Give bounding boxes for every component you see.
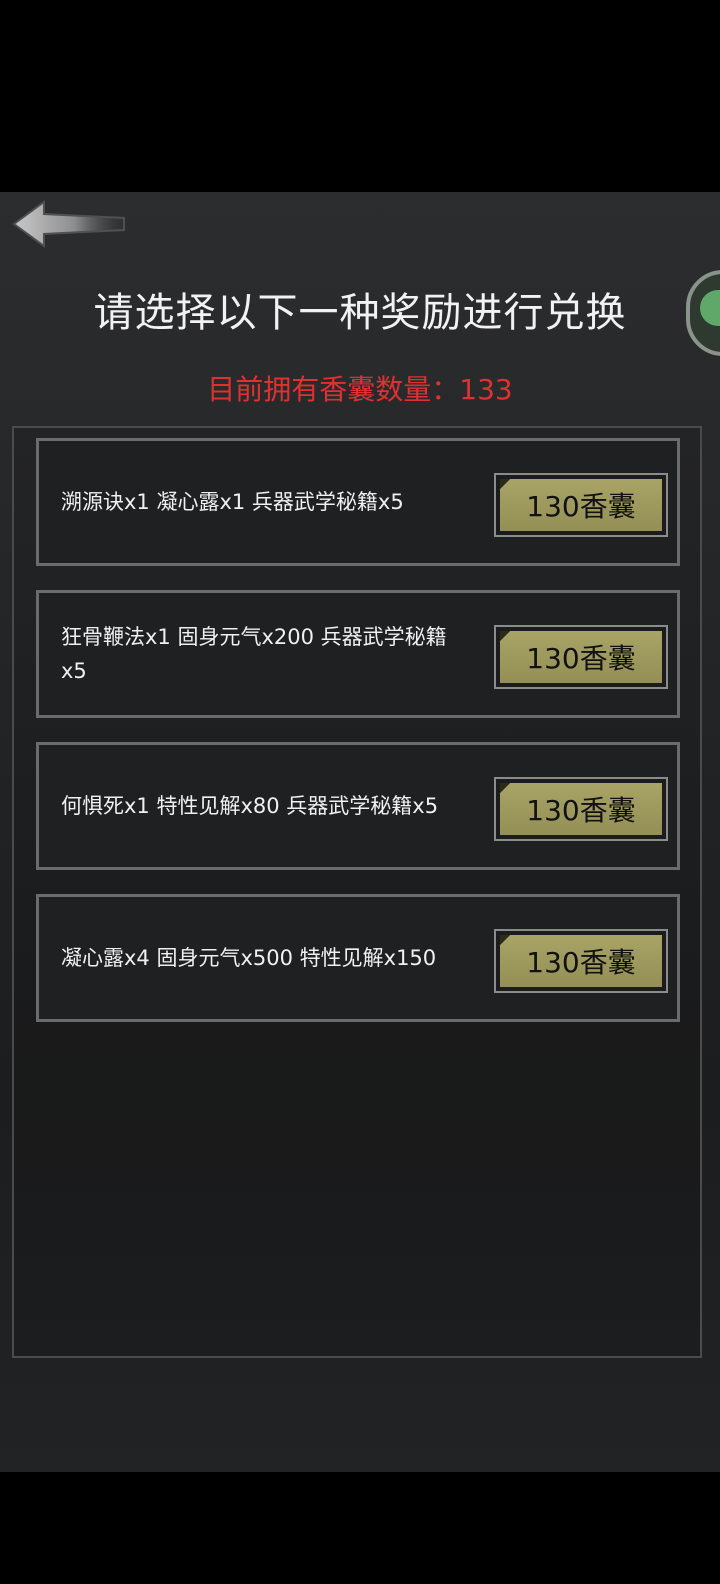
reward-description: 凝心露x4 固身元气x500 特性见解x150 xyxy=(61,946,437,970)
sachet-count: 目前拥有香囊数量：133 xyxy=(207,373,513,406)
exchange-button[interactable]: 130香囊 xyxy=(494,777,668,841)
exchange-button-label: 130香囊 xyxy=(500,935,662,987)
reward-card: 溯源诀x1 凝心露x1 兵器武学秘籍x5 130香囊 xyxy=(36,438,680,566)
page-title: 请选择以下一种奖励进行兑换 xyxy=(93,290,627,336)
exchange-button-label: 130香囊 xyxy=(500,783,662,835)
reward-list: 溯源诀x1 凝心露x1 兵器武学秘籍x5 130香囊 狂骨鞭法x1 固身元气x2… xyxy=(12,426,702,1358)
exchange-dialog: 请选择以下一种奖励进行兑换 目前拥有香囊数量：133 溯源诀x1 凝心露x1 兵… xyxy=(0,192,720,1472)
arrow-left-icon xyxy=(12,200,125,248)
exchange-button-label: 130香囊 xyxy=(500,631,662,683)
reward-description: 溯源诀x1 凝心露x1 兵器武学秘籍x5 xyxy=(61,490,404,514)
reward-description: 狂骨鞭法x1 固身元气x200 兵器武学秘籍x5 xyxy=(61,625,447,683)
reward-card: 狂骨鞭法x1 固身元气x200 兵器武学秘籍x5 130香囊 xyxy=(36,590,680,718)
exchange-button[interactable]: 130香囊 xyxy=(494,929,668,993)
reward-card: 凝心露x4 固身元气x500 特性见解x150 130香囊 xyxy=(36,894,680,1022)
screen: 请选择以下一种奖励进行兑换 目前拥有香囊数量：133 溯源诀x1 凝心露x1 兵… xyxy=(0,0,720,1584)
reward-description: 何惧死x1 特性见解x80 兵器武学秘籍x5 xyxy=(61,794,439,818)
exchange-button[interactable]: 130香囊 xyxy=(494,625,668,689)
exchange-button[interactable]: 130香囊 xyxy=(494,473,668,537)
reward-card: 何惧死x1 特性见解x80 兵器武学秘籍x5 130香囊 xyxy=(36,742,680,870)
back-button[interactable] xyxy=(12,198,127,250)
exchange-button-label: 130香囊 xyxy=(500,479,662,531)
